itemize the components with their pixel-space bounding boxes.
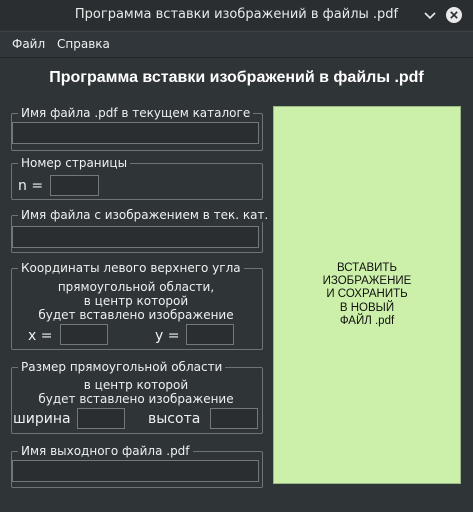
width-input[interactable] (77, 408, 125, 429)
image-file-legend: Имя файла с изображением в тек. кат. (18, 208, 272, 222)
menu-file[interactable]: Файл (12, 37, 45, 51)
page-title: Программа вставки изображений в файлы .p… (49, 69, 424, 86)
y-label: y = (155, 328, 180, 344)
coordinates-line-1: прямоугольной области, (57, 280, 215, 294)
width-label: ширина (13, 411, 71, 427)
y-input[interactable] (186, 324, 234, 345)
output-file-legend: Имя выходного файла .pdf (18, 444, 193, 458)
page-number-label: n = (18, 178, 44, 194)
pdf-file-input[interactable] (12, 122, 259, 144)
image-file-input[interactable] (12, 226, 259, 248)
pdf-file-legend: Имя файла .pdf в текущем каталоге (18, 106, 254, 120)
chevron-down-icon[interactable] (420, 5, 440, 25)
page-number-input[interactable] (50, 175, 99, 196)
size-line-1: в центр которой (83, 378, 189, 392)
size-legend: Размер прямоугольной области (18, 360, 226, 374)
window-title: Программа вставки изображений в файлы .p… (74, 7, 399, 22)
page-number-group: Номер страницы (11, 156, 263, 200)
height-label: высота (148, 411, 201, 427)
coordinates-line-3: будет вставлено изображение (38, 308, 234, 322)
title-bar: Программа вставки изображений в файлы .p… (0, 0, 473, 30)
x-input[interactable] (60, 324, 108, 345)
coordinates-description: прямоугольной области, в центр которой б… (11, 280, 261, 322)
menu-help[interactable]: Справка (57, 37, 110, 51)
height-input[interactable] (210, 408, 258, 429)
coordinates-line-2: в центр которой (83, 294, 189, 308)
insert-button-label: ВСТАВИТЬ ИЗОБРАЖЕНИЕ И СОХРАНИТЬ В НОВЫЙ… (322, 261, 412, 327)
close-icon[interactable] (444, 5, 464, 25)
x-label: x = (28, 328, 53, 344)
coordinates-legend: Координаты левого верхнего угла (18, 261, 244, 275)
size-description: в центр которой будет вставлено изображе… (11, 378, 261, 406)
page-number-legend: Номер страницы (18, 156, 131, 170)
insert-and-save-button[interactable]: ВСТАВИТЬ ИЗОБРАЖЕНИЕ И СОХРАНИТЬ В НОВЫЙ… (273, 106, 461, 484)
output-file-input[interactable] (12, 460, 259, 482)
menu-bar: Файл Справка (0, 31, 473, 58)
size-line-2: будет вставлено изображение (38, 392, 234, 406)
